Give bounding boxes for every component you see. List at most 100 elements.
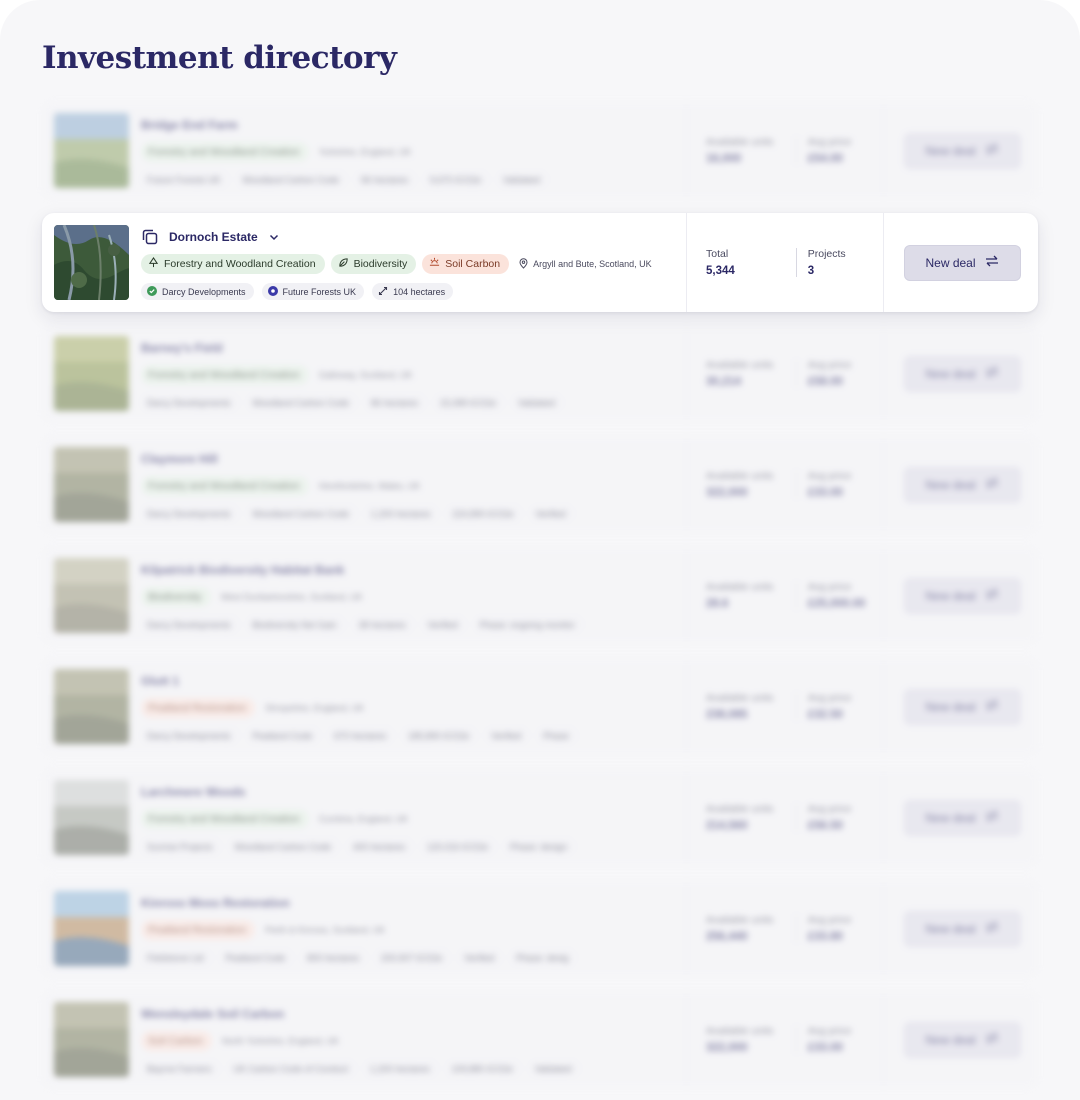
row-action: New deal: [884, 768, 1038, 867]
project-name[interactable]: Glutt 1: [141, 674, 179, 688]
project-location: Yorkshire, England, UK: [318, 147, 412, 157]
new-deal-button[interactable]: New deal: [903, 1021, 1021, 1058]
meta-badge: Phase: design: [504, 838, 576, 855]
tag-forestry: Forestry and Woodland Creation: [141, 254, 325, 274]
category-tag: Biodiversity: [141, 587, 211, 607]
stat-available-units: Available units 214,560: [706, 803, 774, 832]
chevron-down-icon[interactable]: [268, 231, 280, 243]
meta-badge: 109,880 tCO2e: [445, 1060, 521, 1077]
project-location: North Yorkshire, England, UK: [221, 1036, 339, 1046]
meta-badge: 224,890 tCO2e: [446, 505, 522, 522]
new-deal-button[interactable]: New deal: [903, 244, 1021, 281]
meta-badge: Validated: [497, 171, 548, 188]
category-tag: Forestry and Woodland Creation: [141, 365, 309, 385]
new-deal-button[interactable]: New deal: [903, 355, 1021, 392]
project-info: Larchmere Woods Forestry and Woodland Cre…: [141, 768, 686, 867]
stat-avg-price: Avg price £32.50: [795, 692, 883, 721]
list-item[interactable]: Kinross Moss Restoration Peatland Restora…: [42, 879, 1038, 978]
meta-badge: Verified: [529, 505, 574, 522]
project-stats: Available units 322,000 Avg price £33.00: [686, 435, 884, 534]
row-action: New deal: [884, 324, 1038, 423]
project-name[interactable]: Kinross Moss Restoration: [141, 896, 290, 910]
list-item[interactable]: Wensleydale Soil Carbon Soil Carbon North …: [42, 990, 1038, 1089]
stat-available-units: Available units 322,000: [706, 470, 774, 499]
list-item[interactable]: Barney's Field Forestry and Woodland Crea…: [42, 324, 1038, 423]
tag-biodiversity: Biodiversity: [330, 254, 417, 274]
sun-icon: [429, 257, 440, 271]
row-action: New deal: [884, 546, 1038, 645]
project-name[interactable]: Kilpatrick Biodiversity Habitat Bank: [141, 563, 344, 577]
list-item[interactable]: Claymore Hill Forestry and Woodland Creat…: [42, 435, 1038, 534]
new-deal-button[interactable]: New deal: [903, 466, 1021, 503]
list-item[interactable]: Kilpatrick Biodiversity Habitat Bank Biod…: [42, 546, 1038, 645]
project-info: Kilpatrick Biodiversity Habitat Bank Biod…: [141, 546, 686, 645]
meta-badge: Darcy Developments: [141, 394, 239, 411]
project-location: Cumbria, England, UK: [318, 814, 409, 824]
stat-avg-price: Avg price £33.00: [795, 1025, 883, 1054]
stat-available-units: Available units 238,085: [706, 692, 774, 721]
project-info: Dornoch Estate Forestry and Woodland Cre…: [141, 213, 686, 312]
stat-avg-price: Avg price £58.00: [795, 359, 883, 388]
meta-badge: Woodland Carbon Code: [246, 505, 357, 522]
project-thumbnail: [54, 447, 129, 522]
meta-badge: Validated: [528, 1060, 580, 1077]
meta-badge: 1,200 hectares: [364, 505, 439, 522]
stat-available-units: Available units 16,000: [706, 136, 774, 165]
list-item[interactable]: Larchmere Woods Forestry and Woodland Cre…: [42, 768, 1038, 867]
project-stats: Available units 30,214 Avg price £58.00: [686, 324, 884, 423]
project-location: Perth & Kinross, Scotland, UK: [265, 925, 386, 935]
new-deal-button[interactable]: New deal: [903, 688, 1021, 725]
project-info: Kinross Moss Restoration Peatland Restora…: [141, 879, 686, 978]
meta-badge: Verified: [421, 616, 466, 633]
row-action: New deal: [884, 435, 1038, 534]
location-pin-icon: [519, 257, 528, 271]
meta-badge: 9,670 tCO2e: [423, 171, 490, 188]
project-thumbnail: [54, 225, 129, 300]
meta-badge: Phase: desig: [510, 949, 577, 966]
row-action: New deal: [884, 879, 1038, 978]
meta-badge: Verified: [485, 727, 530, 744]
organisation-badge: Future Forests UK: [261, 283, 365, 300]
project-info: Wensleydale Soil Carbon Soil Carbon North …: [141, 990, 686, 1089]
list-item[interactable]: Glutt 1 Peatland Restoration Shropshire, E…: [42, 657, 1038, 756]
page-title: Investment directory: [42, 40, 397, 76]
project-name[interactable]: Wensleydale Soil Carbon: [141, 1007, 284, 1021]
list-item-focused[interactable]: Dornoch Estate Forestry and Woodland Cre…: [42, 213, 1038, 312]
project-name[interactable]: Claymore Hill: [141, 452, 218, 466]
new-deal-button[interactable]: New deal: [903, 132, 1021, 169]
meta-badge: Peatland Code: [246, 727, 321, 744]
list-item[interactable]: Bridge End Farm Forestry and Woodland Cre…: [42, 101, 1038, 200]
project-info: Claymore Hill Forestry and Woodland Creat…: [141, 435, 686, 534]
project-thumbnail: [54, 669, 129, 744]
stat-avg-price: Avg price £33.80: [795, 914, 883, 943]
project-stats: Available units 28.6 Avg price £25,000.00: [686, 546, 884, 645]
meta-badge: 200,907 tCO2e: [375, 949, 451, 966]
project-stats: Available units 322,000 Avg price £33.00: [686, 990, 884, 1089]
new-deal-button[interactable]: New deal: [903, 799, 1021, 836]
stat-available-units: Available units 30,214: [706, 359, 774, 388]
project-name[interactable]: Bridge End Farm: [141, 118, 238, 132]
meta-badge: Woodland Carbon Code: [228, 838, 339, 855]
swap-arrows-icon: [985, 921, 999, 936]
project-name[interactable]: Dornoch Estate: [169, 230, 258, 244]
project-thumbnail: [54, 891, 129, 966]
new-deal-button[interactable]: New deal: [903, 910, 1021, 947]
swap-arrows-icon: [985, 477, 999, 492]
stat-avg-price: Avg price £33.00: [795, 470, 883, 499]
ruler-icon: [378, 286, 388, 298]
swap-arrows-icon: [985, 699, 999, 714]
meta-badge: Phase: [537, 727, 577, 744]
project-thumbnail: [54, 113, 129, 188]
meta-badge: 86 hectares: [364, 394, 426, 411]
project-name[interactable]: Larchmere Woods: [141, 785, 245, 799]
new-deal-button[interactable]: New deal: [903, 577, 1021, 614]
meta-badge: Verified: [458, 949, 503, 966]
meta-badge: 800 hectares: [301, 949, 368, 966]
stat-avg-price: Avg price £54.00: [795, 136, 883, 165]
meta-badge: 670 hectares: [328, 727, 395, 744]
copy-icon[interactable]: [141, 228, 159, 246]
project-location: Shropshire, England, UK: [265, 703, 365, 713]
developer-badge: Darcy Developments: [141, 283, 254, 300]
project-name[interactable]: Barney's Field: [141, 341, 223, 355]
leaf-icon: [338, 257, 349, 271]
